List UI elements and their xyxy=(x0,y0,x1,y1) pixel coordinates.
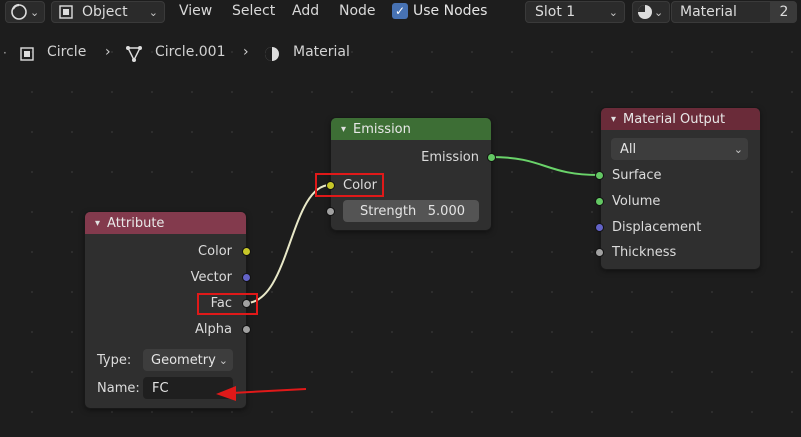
object-icon xyxy=(59,5,73,19)
material-output-node-title: Material Output xyxy=(623,111,726,127)
breadcrumb-object[interactable]: Circle xyxy=(47,44,86,60)
socket-alpha-output[interactable] xyxy=(242,325,251,334)
highlight-box-fac xyxy=(197,293,258,315)
type-dropdown[interactable]: Geometry ⌄ xyxy=(143,349,233,371)
socket-strength-input[interactable] xyxy=(326,207,335,216)
collapse-arrow-icon[interactable]: ▾ xyxy=(341,124,346,135)
user-count-button[interactable]: 2 xyxy=(771,1,797,23)
object-icon xyxy=(20,47,34,61)
thickness-input-label: Thickness xyxy=(612,245,677,260)
use-nodes-label: Use Nodes xyxy=(413,3,488,19)
socket-emission-output[interactable] xyxy=(487,153,496,162)
breadcrumb-left-icon: · xyxy=(3,46,7,60)
collapse-arrow-icon[interactable]: ▾ xyxy=(95,218,100,229)
object-mode-label: Object xyxy=(82,4,128,20)
material-sphere-icon xyxy=(265,47,279,61)
chevron-down-icon: ⌄ xyxy=(654,5,664,19)
emission-output-label: Emission xyxy=(421,150,479,165)
breadcrumb-separator-icon: › xyxy=(243,44,249,60)
node-editor-icon xyxy=(11,3,27,20)
material-name-field[interactable]: Material xyxy=(671,1,771,23)
chevron-down-icon: ⌄ xyxy=(733,142,743,156)
mesh-data-icon xyxy=(126,46,142,62)
socket-surface-input[interactable] xyxy=(595,171,604,180)
object-mode-dropdown[interactable]: Object ⌄ xyxy=(51,1,165,23)
strength-value: 5.000 xyxy=(427,203,465,219)
menu-node[interactable]: Node xyxy=(339,3,376,19)
material-output-node[interactable]: ▾ Material Output All ⌄ Surface Volume D… xyxy=(601,108,760,269)
name-input[interactable]: FC xyxy=(143,377,233,399)
use-nodes-checkbox[interactable]: ✓ Use Nodes xyxy=(392,3,487,19)
output-color-label: Color xyxy=(198,244,232,259)
surface-input-label: Surface xyxy=(612,168,662,183)
material-output-node-header[interactable]: ▾ Material Output xyxy=(601,108,760,130)
menu-add[interactable]: Add xyxy=(292,3,319,19)
name-value: FC xyxy=(152,380,169,396)
attribute-node-title: Attribute xyxy=(107,215,165,231)
material-browse-button[interactable]: ⌄ xyxy=(632,1,670,23)
socket-volume-input[interactable] xyxy=(595,197,604,206)
collapse-arrow-icon[interactable]: ▾ xyxy=(611,114,616,125)
socket-color-output[interactable] xyxy=(242,247,251,256)
menu-select[interactable]: Select xyxy=(232,3,275,19)
target-value: All xyxy=(620,141,637,157)
output-vector-label: Vector xyxy=(190,270,232,285)
type-value: Geometry xyxy=(151,352,216,368)
checkmark-icon: ✓ xyxy=(392,3,408,19)
attribute-node-header[interactable]: ▾ Attribute xyxy=(85,212,246,234)
chevron-down-icon: ⌄ xyxy=(218,353,228,367)
volume-input-label: Volume xyxy=(612,194,661,209)
highlight-box-color xyxy=(315,173,384,197)
target-dropdown[interactable]: All ⌄ xyxy=(611,138,748,160)
editor-type-button[interactable]: ⌄ xyxy=(5,1,45,23)
material-sphere-icon xyxy=(638,5,652,19)
editor-header: ⌄ Object ⌄ View Select Add Node ✓ Use No… xyxy=(0,0,801,26)
displacement-input-label: Displacement xyxy=(612,220,702,235)
menu-view[interactable]: View xyxy=(179,3,212,19)
emission-node-title: Emission xyxy=(353,121,411,137)
output-alpha-label: Alpha xyxy=(195,322,232,337)
type-label: Type: xyxy=(97,353,132,368)
socket-vector-output[interactable] xyxy=(242,273,251,282)
socket-displacement-input[interactable] xyxy=(595,223,604,232)
strength-field[interactable]: Strength 5.000 xyxy=(343,200,479,222)
name-label: Name: xyxy=(97,381,140,396)
breadcrumb-mesh[interactable]: Circle.001 xyxy=(155,44,226,60)
material-name: Material xyxy=(680,4,737,20)
slot-dropdown[interactable]: Slot 1 ⌄ xyxy=(525,1,625,23)
chevron-down-icon: ⌄ xyxy=(608,5,618,19)
user-count: 2 xyxy=(779,4,789,20)
strength-label: Strength xyxy=(360,203,417,219)
emission-node-header[interactable]: ▾ Emission xyxy=(331,118,491,140)
slot-label: Slot 1 xyxy=(535,4,576,20)
socket-thickness-input[interactable] xyxy=(595,248,604,257)
chevron-down-icon: ⌄ xyxy=(148,5,158,19)
breadcrumb-separator-icon: › xyxy=(105,44,111,60)
breadcrumb-material[interactable]: Material xyxy=(293,44,350,60)
chevron-down-icon: ⌄ xyxy=(30,5,40,19)
